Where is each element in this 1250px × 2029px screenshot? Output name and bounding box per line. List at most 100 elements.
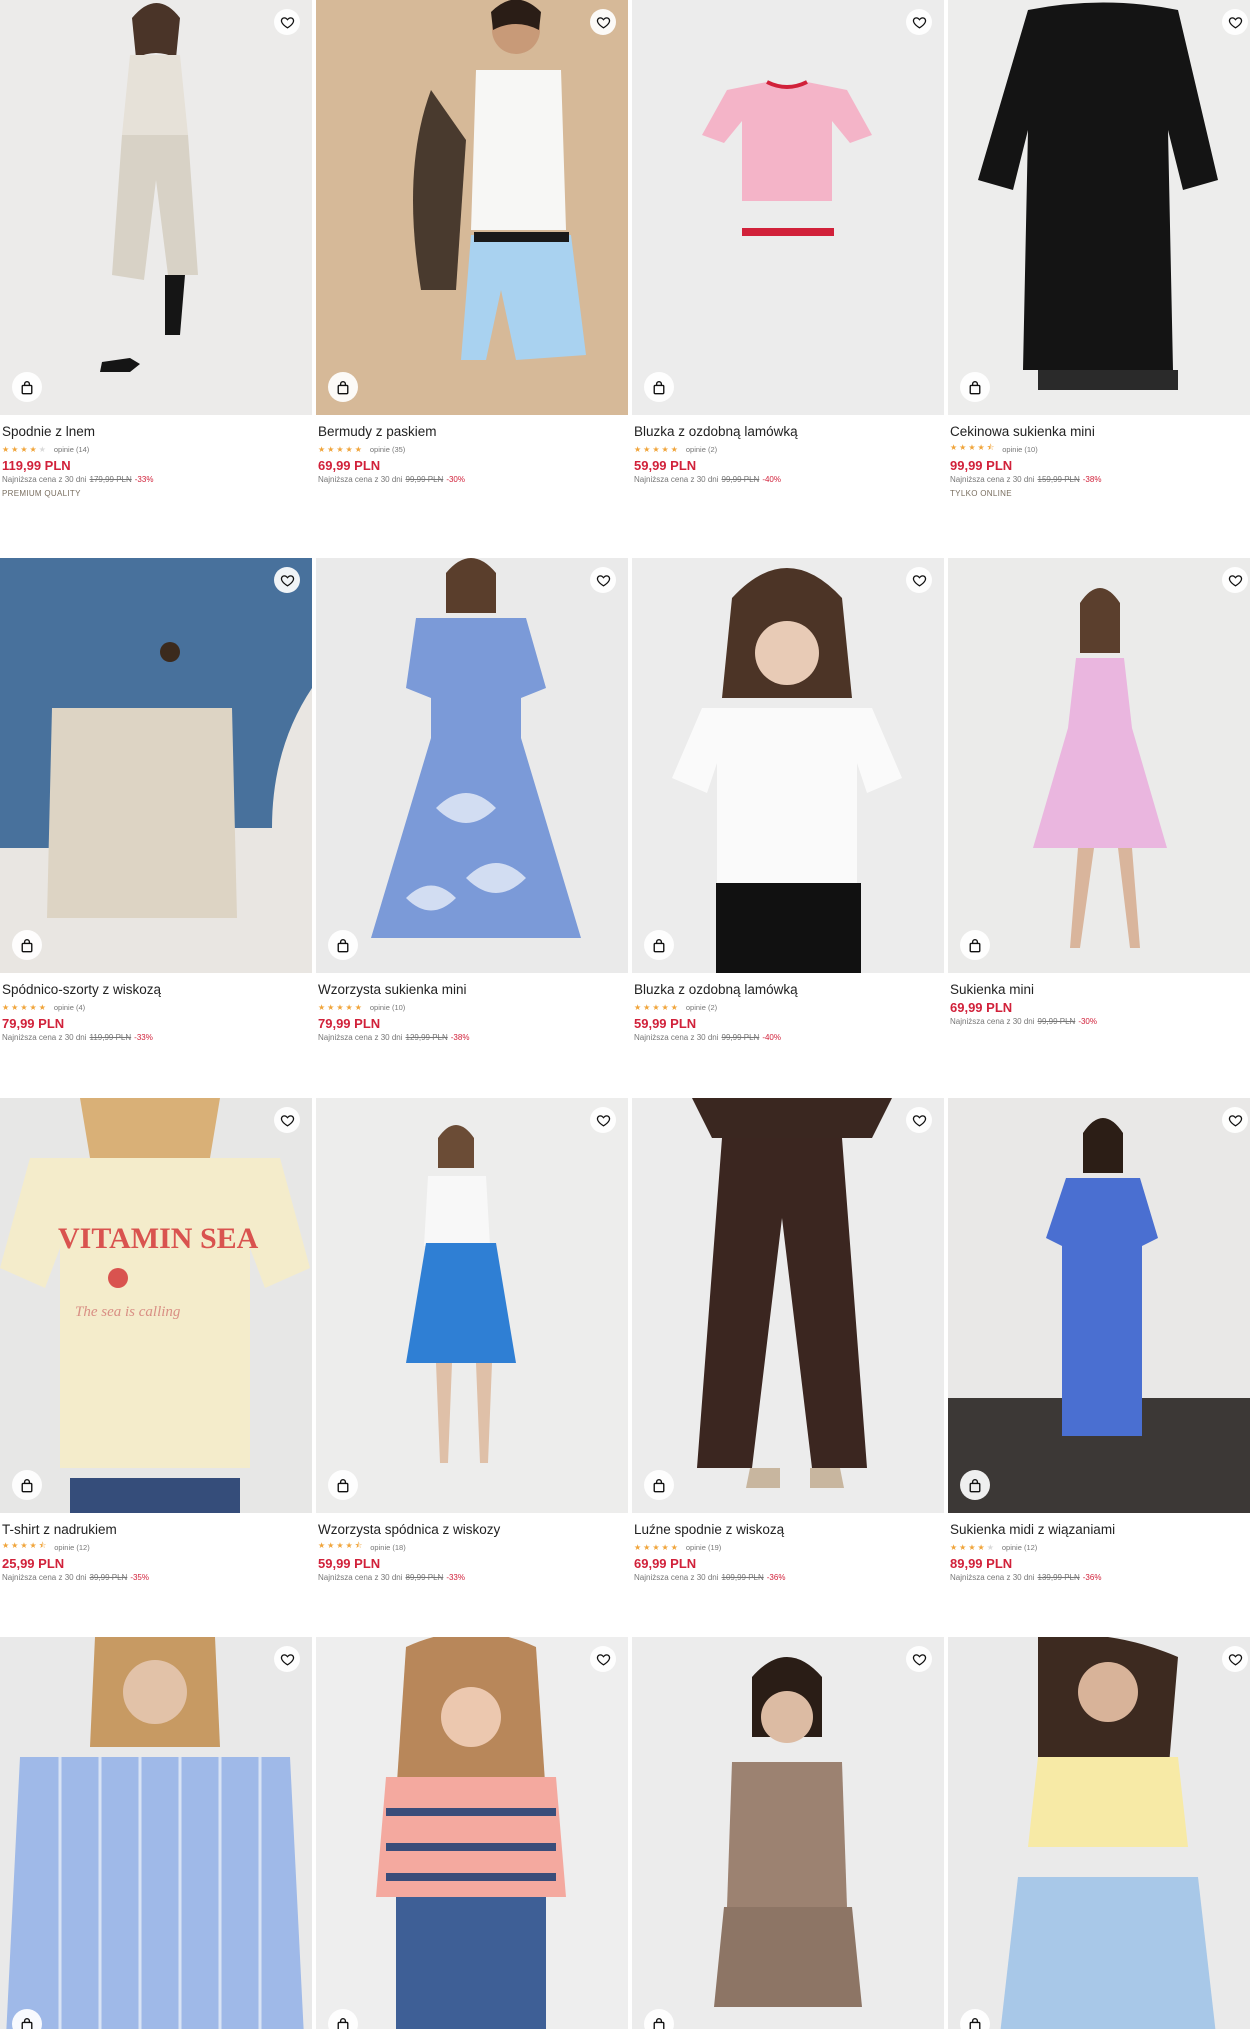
product-name[interactable]: Spódnico-szorty z wiskozą: [2, 982, 310, 998]
product-name[interactable]: Sukienka mini: [950, 982, 1250, 998]
product-rating: ★★★★★ opinie (14): [2, 442, 310, 456]
product-name[interactable]: Bluzka z ozdobną lamówką: [634, 982, 942, 998]
product-image[interactable]: [948, 558, 1250, 973]
wishlist-button[interactable]: [590, 9, 616, 35]
product-image[interactable]: [948, 1637, 1250, 2029]
lowest-price-label: Najniższa cena z 30 dni: [2, 1573, 87, 1582]
tshirt-print-text: VITAMIN SEA: [58, 1222, 259, 1255]
review-count[interactable]: opinie (12): [54, 1543, 89, 1552]
wishlist-button[interactable]: [274, 1107, 300, 1133]
discount-badge: -30%: [1078, 1017, 1097, 1026]
add-to-cart-button[interactable]: [12, 1470, 42, 1500]
star-full-icon: ★: [959, 1542, 969, 1552]
product-image[interactable]: [948, 0, 1250, 415]
wishlist-button[interactable]: [590, 567, 616, 593]
product-image[interactable]: [316, 0, 628, 415]
wishlist-button[interactable]: [274, 567, 300, 593]
wishlist-button[interactable]: [1222, 1107, 1248, 1133]
wishlist-button[interactable]: [1222, 567, 1248, 593]
review-count[interactable]: opinie (10): [370, 1003, 405, 1012]
add-to-cart-button[interactable]: [960, 930, 990, 960]
star-full-icon: ★: [20, 1541, 30, 1550]
star-full-icon: ★: [977, 443, 987, 452]
review-count[interactable]: opinie (10): [1002, 445, 1037, 454]
product-name[interactable]: Bermudy z paskiem: [318, 424, 626, 440]
product-image[interactable]: [632, 1098, 944, 1513]
product-image[interactable]: [316, 1637, 628, 2029]
wishlist-button[interactable]: [274, 1646, 300, 1672]
product-name[interactable]: Luźne spodnie z wiskozą: [634, 1522, 942, 1538]
star-full-icon: ★: [977, 1542, 987, 1552]
star-full-icon: ★: [318, 444, 328, 454]
review-count[interactable]: opinie (4): [54, 1003, 85, 1012]
star-full-icon: ★: [661, 1002, 671, 1012]
product-image[interactable]: [948, 1098, 1250, 1513]
star-full-icon: ★: [29, 1541, 39, 1550]
add-to-cart-button[interactable]: [12, 930, 42, 960]
add-to-cart-button[interactable]: [328, 1470, 358, 1500]
shopping-bag-icon: [336, 2017, 350, 2029]
shopping-bag-icon: [968, 1478, 982, 1493]
product-image[interactable]: [0, 1637, 312, 2029]
product-name[interactable]: Cekinowa sukienka mini: [950, 424, 1250, 440]
review-count[interactable]: opinie (18): [370, 1543, 405, 1552]
star-full-icon: ★: [345, 1541, 355, 1550]
star-half-icon: ⯪: [354, 1541, 365, 1550]
wishlist-button[interactable]: [1222, 1646, 1248, 1672]
old-price: 129,99 PLN: [405, 1033, 448, 1042]
wishlist-button[interactable]: [590, 1646, 616, 1672]
product-name[interactable]: Spodnie z lnem: [2, 424, 310, 440]
add-to-cart-button[interactable]: [644, 930, 674, 960]
star-full-icon: ★: [29, 444, 39, 454]
star-full-icon: ★: [327, 1541, 337, 1550]
lowest-price-info: Najniższa cena z 30 dni 99,99 PLN -40%: [634, 1033, 942, 1042]
product-price: 59,99 PLN: [318, 1556, 381, 1571]
review-count[interactable]: opinie (12): [1002, 1543, 1037, 1552]
product-image[interactable]: [0, 0, 312, 415]
product-name[interactable]: Sukienka midi z wiązaniami: [950, 1522, 1250, 1538]
wishlist-button[interactable]: [1222, 9, 1248, 35]
heart-outline-icon: [912, 15, 927, 30]
product-image[interactable]: [632, 558, 944, 973]
product-name[interactable]: Wzorzysta spódnica z wiskozy: [318, 1522, 626, 1538]
heart-outline-icon: [912, 573, 927, 588]
product-info: Sukienka midi z wiązaniami ★★★★★ opinie (…: [950, 1522, 1250, 1582]
product-image[interactable]: [632, 1637, 944, 2029]
product-image[interactable]: [316, 558, 628, 973]
product-image[interactable]: VITAMIN SEA The sea is calling: [0, 1098, 312, 1513]
product-info: Spodnie z lnem ★★★★★ opinie (14) 119,99 P…: [2, 424, 310, 498]
product-price: 69,99 PLN: [318, 458, 381, 473]
add-to-cart-button[interactable]: [644, 1470, 674, 1500]
review-count[interactable]: opinie (2): [686, 445, 717, 454]
wishlist-button[interactable]: [906, 567, 932, 593]
product-info: Sukienka mini 69,99 PLN Najniższa cena z…: [950, 982, 1250, 1026]
product-name[interactable]: Bluzka z ozdobną lamówką: [634, 424, 942, 440]
wishlist-button[interactable]: [590, 1107, 616, 1133]
product-image[interactable]: [316, 1098, 628, 1513]
heart-outline-icon: [280, 15, 295, 30]
add-to-cart-button[interactable]: [960, 1470, 990, 1500]
review-count[interactable]: opinie (14): [54, 445, 89, 454]
rating-stars: ★★★★⯪: [950, 442, 996, 456]
add-to-cart-button[interactable]: [328, 372, 358, 402]
product-info: Bluzka z ozdobną lamówką ★★★★★ opinie (2)…: [634, 424, 942, 484]
review-count[interactable]: opinie (2): [686, 1003, 717, 1012]
product-name[interactable]: T-shirt z nadrukiem: [2, 1522, 310, 1538]
wishlist-button[interactable]: [906, 1107, 932, 1133]
product-image[interactable]: [0, 558, 312, 973]
shopping-bag-icon: [20, 380, 34, 395]
wishlist-button[interactable]: [274, 9, 300, 35]
add-to-cart-button[interactable]: [328, 930, 358, 960]
add-to-cart-button[interactable]: [960, 372, 990, 402]
shopping-bag-icon: [968, 380, 982, 395]
product-name[interactable]: Wzorzysta sukienka mini: [318, 982, 626, 998]
add-to-cart-button[interactable]: [12, 372, 42, 402]
wishlist-button[interactable]: [906, 1646, 932, 1672]
rating-stars: ★★★★★: [2, 445, 48, 454]
product-image[interactable]: [632, 0, 944, 415]
review-count[interactable]: opinie (19): [686, 1543, 721, 1552]
review-count[interactable]: opinie (35): [370, 445, 405, 454]
wishlist-button[interactable]: [906, 9, 932, 35]
product-rating: ★★★★⯪ opinie (12): [2, 1540, 310, 1554]
add-to-cart-button[interactable]: [644, 372, 674, 402]
